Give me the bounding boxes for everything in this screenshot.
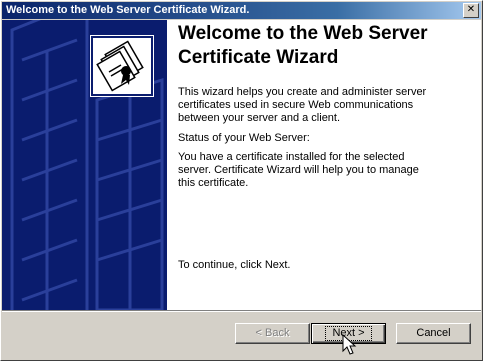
- intro-text: This wizard helps you create and adminis…: [178, 86, 427, 124]
- wizard-window: Welcome to the Web Server Certificate Wi…: [0, 0, 483, 361]
- back-button[interactable]: < Back: [235, 323, 310, 344]
- title-bar[interactable]: Welcome to the Web Server Certificate Wi…: [2, 2, 481, 19]
- button-separator: [2, 310, 481, 312]
- continue-text: To continue, click Next.: [178, 259, 291, 271]
- back-button-label: < Back: [255, 327, 290, 339]
- cancel-button-label: Cancel: [416, 327, 451, 339]
- window-title: Welcome to the Web Server Certificate Wi…: [6, 4, 250, 16]
- close-icon: ✕: [466, 4, 476, 15]
- wizard-content: Welcome to the Web Server Certificate Wi…: [2, 20, 481, 310]
- mouse-pointer-icon: [342, 334, 357, 355]
- wizard-banner: [2, 20, 167, 310]
- certificate-stack-icon: [91, 36, 153, 96]
- close-button[interactable]: ✕: [463, 3, 479, 18]
- status-text: You have a certificate installed for the…: [178, 151, 419, 189]
- wizard-heading: Welcome to the Web Server Certificate Wi…: [178, 23, 428, 68]
- cancel-button[interactable]: Cancel: [396, 323, 471, 344]
- status-label: Status of your Web Server:: [178, 132, 310, 144]
